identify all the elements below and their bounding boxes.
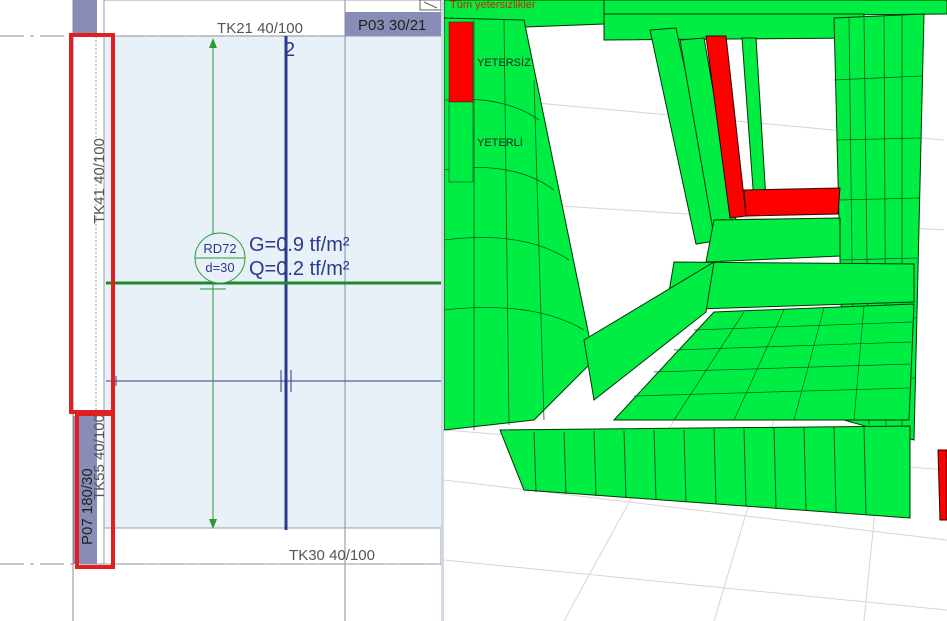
beam-left-label: TK41 40/100: [91, 138, 108, 224]
load-q-label: Q=0.2 tf/m²: [249, 258, 350, 280]
slab-id-label: RD72: [203, 241, 236, 256]
column-top-left[interactable]: [73, 0, 97, 36]
legend-swatch-yeterli: [448, 101, 474, 183]
slab-thickness-label: d=30: [205, 260, 234, 275]
failing-beam[interactable]: [743, 187, 841, 217]
column-bottom-left-label: P07 180/30: [79, 468, 96, 545]
beam-top-label: TK21 40/100: [217, 20, 303, 37]
beam-bottom-label: TK30 40/100: [289, 547, 375, 564]
view-title: Tüm yetersizlikler: [450, 0, 536, 11]
legend-swatch-yetersiz: [448, 21, 474, 103]
back-top-beam[interactable]: [603, 13, 865, 41]
plan-canvas[interactable]: RD72 d=30 G=0.9 tf/m² Q=0.2 tf/m² 2 TK21…: [0, 0, 441, 621]
beam-bottom[interactable]: [103, 527, 441, 565]
load-g-label: G=0.9 tf/m²: [249, 234, 350, 256]
front-beam[interactable]: [499, 425, 911, 519]
column-top-right-label: P03 30/21: [358, 17, 426, 34]
failing-element-edge[interactable]: [937, 449, 947, 521]
legend-label-yeterli: YETERLİ: [477, 136, 523, 149]
axis-label: 2: [284, 39, 295, 61]
floor-plan-view[interactable]: RD72 d=30 G=0.9 tf/m² Q=0.2 tf/m² 2 TK21…: [0, 0, 441, 621]
legend-label-yetersiz: YETERSİZ: [477, 56, 531, 69]
3d-canvas[interactable]: Tüm yetersizlikler YETERSİZ YETERLİ: [444, 0, 947, 621]
3d-model-view[interactable]: Tüm yetersizlikler YETERSİZ YETERLİ: [444, 0, 947, 621]
